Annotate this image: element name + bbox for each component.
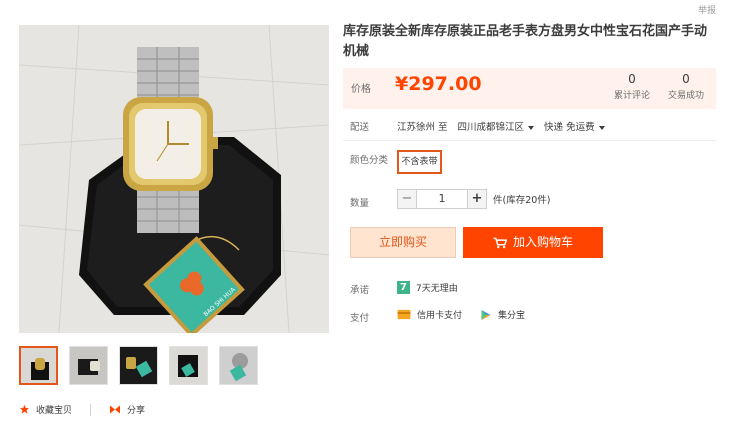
thumbnail-strip [19,346,258,385]
reviews-count: 0 [628,72,636,86]
stock-text: 件(库存20件) [493,195,551,206]
seven-day-icon: 7 [397,281,410,294]
sales-count: 0 [682,72,690,86]
promise-label: 承诺 [350,285,370,296]
promise-row: 7 7天无理由 [397,281,458,294]
credit-card-payment[interactable]: 信用卡支付 [397,308,462,321]
thumbnail[interactable] [219,346,258,385]
jifenbao-label: 集分宝 [498,311,526,321]
divider [90,403,92,416]
jifenbao-payment[interactable]: 集分宝 [480,308,525,321]
sales-stat: 0 交易成功 [663,72,709,101]
shipping-method[interactable]: 快递 免运费 [544,119,605,133]
sales-label: 交易成功 [667,91,704,101]
delivery-label: 配送 [350,122,370,133]
price-value: ¥297.00 [395,73,482,95]
share-icon [110,405,121,414]
payment-label: 支付 [350,313,370,324]
increase-button[interactable]: + [467,189,487,209]
thumbnail[interactable] [19,346,58,385]
credit-card-icon [397,309,411,320]
chevron-down-icon [528,125,535,130]
reviews-stat[interactable]: 0 累计评论 [609,72,655,101]
delivery-destination[interactable]: 四川成都锦江区 [458,119,535,133]
star-icon [19,404,30,414]
quantity-input[interactable]: 1 [417,189,467,209]
payment-row: 信用卡支付 集分宝 [397,308,525,321]
price-panel: 价格 ¥297.00 0 累计评论 0 交易成功 [343,68,716,109]
favorite-button[interactable]: 收藏宝贝 [19,403,72,416]
favorite-label: 收藏宝贝 [36,406,73,416]
color-label: 颜色分类 [350,155,389,166]
decrease-button[interactable]: − [397,189,417,209]
main-product-image[interactable]: BAO SHI HUA [19,25,329,333]
jifenbao-icon [481,309,491,320]
delivery-row: 江苏徐州 至 四川成都锦江区 快递 免运费 [397,119,605,133]
chevron-down-icon [598,125,605,130]
cart-icon [493,237,507,248]
add-to-cart-label: 加入购物车 [512,235,573,249]
share-button[interactable]: 分享 [109,403,145,416]
thumbnail[interactable] [169,346,208,385]
shipping-text: 快递 免运费 [544,122,595,133]
buy-now-button[interactable]: 立即购买 [350,227,456,258]
thumbnail[interactable] [69,346,108,385]
delivery-from: 江苏徐州 至 [397,122,448,133]
thumbnail[interactable] [119,346,158,385]
social-bar: 收藏宝贝 分享 [19,403,145,416]
quantity-stepper: − 1 + 件(库存20件) [397,189,551,209]
destination-text: 四川成都锦江区 [457,122,525,133]
report-link[interactable]: 举报 [698,3,716,16]
product-title: 库存原装全新库存原装正品老手表方盘男女中性宝石花国产手动机械 [343,24,708,59]
credit-card-label: 信用卡支付 [417,311,463,321]
reviews-label: 累计评论 [613,91,650,101]
divider [343,140,716,141]
color-option-selected[interactable]: 不含表带 [397,150,442,174]
add-to-cart-button[interactable]: 加入购物车 [463,227,603,258]
promise-text[interactable]: 7天无理由 [416,281,458,294]
price-label: 价格 [351,84,371,95]
share-label: 分享 [127,406,146,416]
quantity-label: 数量 [350,198,370,209]
watch-photo: BAO SHI HUA [19,25,329,333]
